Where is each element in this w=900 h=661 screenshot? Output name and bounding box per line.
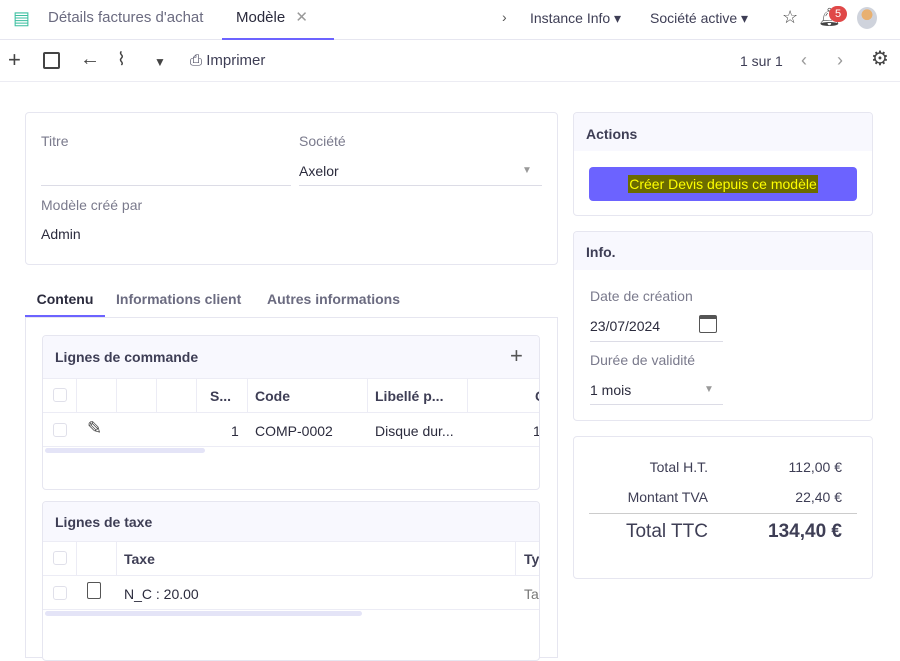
subtabs: Contenu Informations client Autres infor… [25,280,558,318]
cell-qty: 1 [533,423,539,439]
calendar-icon[interactable] [699,315,717,333]
panel-title: Lignes de commande [55,349,199,365]
instance-info-menu[interactable]: Instance Info ▾ [530,10,621,27]
toolbar: + ← ⌇ ▼ ⎙ Imprimer 1 sur 1 ‹ › ⚙ [0,40,900,82]
plus-icon[interactable]: + [8,49,21,71]
panel-title: Actions [586,126,638,142]
back-arrow-icon[interactable]: ← [80,49,100,69]
column-header-qty[interactable]: C [535,388,539,404]
column-header-seq[interactable]: S... [210,388,231,404]
tva-label: Montant TVA [627,489,708,505]
column-header-type[interactable]: Ty [524,551,539,567]
button-label: Créer Devis depuis ce modèle [628,175,818,193]
add-icon[interactable]: + [510,343,523,369]
dropdown-caret-icon[interactable]: ▼ [704,384,714,395]
column-header-tax[interactable]: Taxe [124,551,155,567]
total-ttc-label: Total TTC [625,521,708,542]
printer-icon: ⎙ [190,52,203,69]
subtab-informations-client[interactable]: Informations client [116,291,241,307]
save-icon[interactable] [43,52,60,69]
row-checkbox[interactable] [53,423,67,437]
document-icon[interactable] [87,582,101,599]
horizontal-scrollbar[interactable] [45,611,362,616]
company-label: Société [299,133,346,149]
dropdown-caret-icon[interactable]: ▼ [522,165,532,176]
create-quote-button[interactable]: Créer Devis depuis ce modèle [589,167,857,201]
top-bar: ▤ Détails factures d'achat Modèle ✕ › In… [0,0,900,40]
creation-date-label: Date de création [590,288,693,304]
created-by-value: Admin [41,226,81,242]
cell-code: COMP-0002 [255,423,333,439]
tab-label: Modèle [236,9,286,26]
totals-panel: Total H.T. 112,00 € Montant TVA 22,40 € … [573,436,873,579]
cell-label: Disque dur... [375,423,454,439]
select-all-checkbox[interactable] [53,388,67,402]
tab-modele[interactable]: Modèle ✕ [222,0,334,40]
company-active-menu[interactable]: Société active ▾ [650,10,748,27]
notification-badge: 5 [829,6,847,22]
header-form: Titre Société Axelor ▼ Modèle créé par A… [25,112,558,265]
created-by-label: Modèle créé par [41,197,143,213]
close-icon[interactable]: ✕ [295,9,308,26]
panel-title: Lignes de taxe [55,514,153,530]
cell-seq: 1 [231,423,239,439]
tax-lines-panel: Lignes de taxe Taxe Ty N_C : 20.00 Ta: [42,501,540,661]
column-header-label[interactable]: Libellé p... [375,388,443,404]
order-lines-panel: Lignes de commande + S... Code Libellé p… [42,335,540,490]
validity-select[interactable]: 1 mois [590,382,631,398]
next-icon[interactable]: › [837,50,843,71]
chevron-right-icon[interactable]: › [502,9,507,25]
total-ttc-value: 134,40 € [768,521,842,542]
column-header-code[interactable]: Code [255,388,290,404]
subtab-contenu[interactable]: Contenu [25,280,105,317]
cell-tax: N_C : 20.00 [124,586,199,602]
panel-title: Info. [586,244,616,260]
prev-icon[interactable]: ‹ [801,50,807,71]
company-select[interactable]: Axelor [299,163,339,179]
document-icon: ▤ [13,8,31,28]
creation-date-input[interactable]: 23/07/2024 [590,318,660,334]
caret-down-icon[interactable]: ▼ [154,53,166,71]
total-ht-label: Total H.T. [649,459,708,475]
star-icon[interactable]: ☆ [782,8,798,26]
info-panel: Info. Date de création 23/07/2024 Durée … [573,231,873,421]
total-ht-value: 112,00 € [788,459,842,475]
gear-icon[interactable]: ⚙ [871,49,889,69]
pager: 1 sur 1 [740,53,783,69]
cell-type: Ta: [524,586,539,602]
validity-label: Durée de validité [590,352,696,368]
actions-panel: Actions Créer Devis depuis ce modèle [573,112,873,216]
tab-details-factures[interactable]: Détails factures d'achat [48,0,203,40]
avatar[interactable] [857,7,877,29]
row-checkbox[interactable] [53,586,67,600]
tva-value: 22,40 € [795,489,842,505]
paperclip-icon[interactable]: ⌇ [117,50,126,68]
select-all-checkbox[interactable] [53,551,67,565]
pencil-icon[interactable]: ✎ [87,418,102,439]
title-input[interactable] [41,161,291,183]
horizontal-scrollbar[interactable] [45,448,205,453]
title-label: Titre [41,133,69,149]
subtab-autres-informations[interactable]: Autres informations [267,291,400,307]
print-button[interactable]: ⎙ Imprimer [190,52,265,69]
